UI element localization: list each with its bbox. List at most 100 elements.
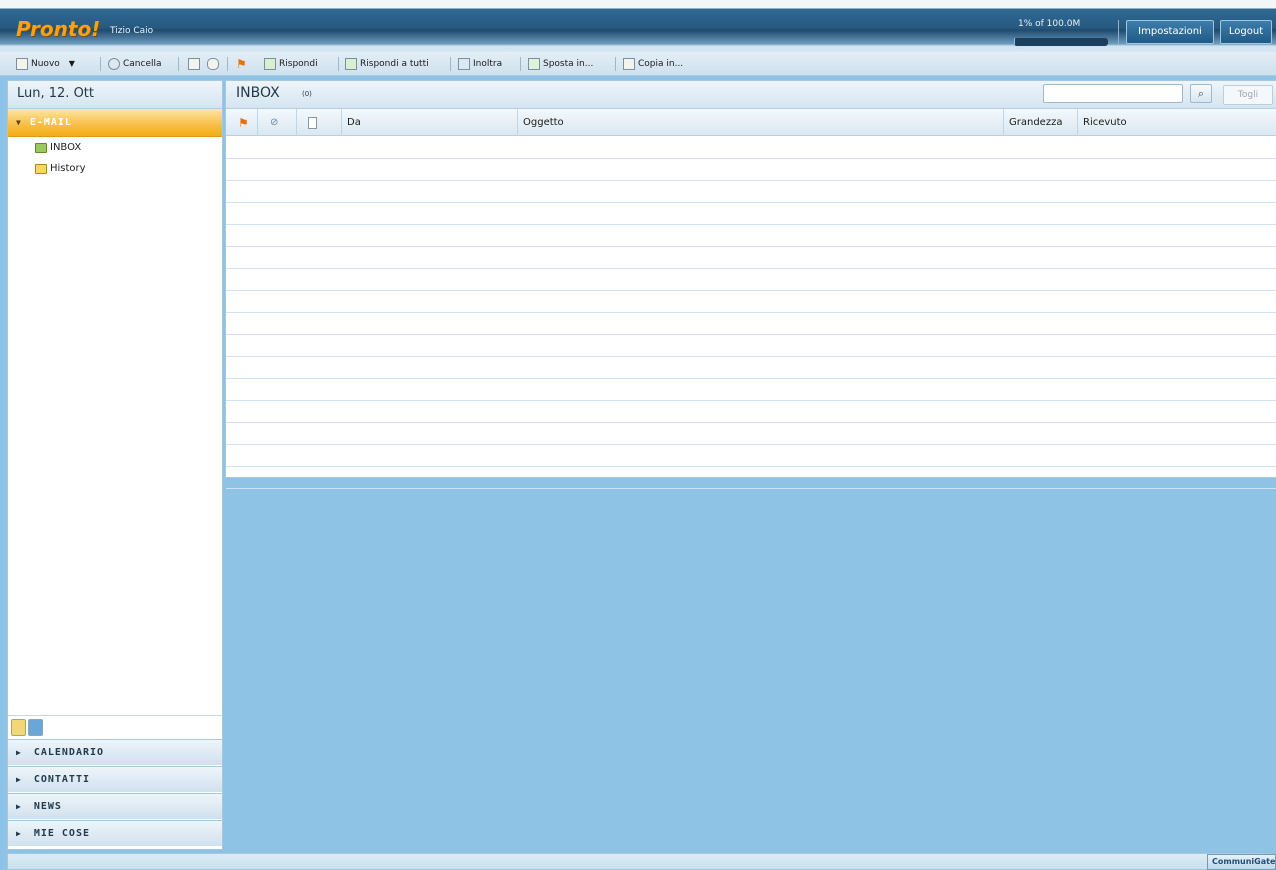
status-bar (7, 853, 1271, 870)
new-button-label: Nuovo (31, 59, 60, 69)
copy-button-label: Copia in... (638, 59, 684, 69)
table-row (226, 225, 1276, 247)
table-row (226, 445, 1276, 467)
chevron-right-icon: ▶ (16, 748, 22, 757)
message-list-header: INBOX (0) ⌕ Togli (226, 81, 1276, 109)
toolbar-separator (178, 57, 179, 71)
section-label: MIE COSE (33, 828, 90, 839)
toolbar-separator (450, 57, 451, 71)
folder-title: INBOX (236, 85, 280, 101)
column-received[interactable]: Ricevuto (1078, 109, 1276, 136)
column-flag[interactable]: ⚑ (226, 109, 258, 136)
section-contacts[interactable]: ▶ CONTATTI (8, 766, 222, 792)
copy-button[interactable]: Copia in... (623, 56, 683, 72)
column-from[interactable]: Da (342, 109, 518, 136)
folder-icon (35, 163, 47, 174)
logout-button[interactable]: Logout (1220, 20, 1272, 44)
chevron-down-icon[interactable]: ▼ (69, 56, 75, 72)
folder-label: INBOX (50, 142, 82, 153)
folder-tools (8, 715, 222, 739)
toolbar-separator (615, 57, 616, 71)
mail-toolbar: Nuovo ▼ Cancella ⚑ Rispondi Rispondi a t… (0, 52, 1276, 76)
table-row (226, 291, 1276, 313)
column-size[interactable]: Grandezza (1004, 109, 1078, 136)
table-row (226, 181, 1276, 203)
delete-button-label: Cancella (123, 59, 162, 69)
reply-icon (264, 58, 276, 70)
delete-icon (108, 58, 120, 70)
attachment-icon: ⊘ (270, 117, 279, 128)
quota-progress-fill (1014, 38, 1015, 46)
chevron-right-icon: ▶ (16, 775, 22, 784)
column-status[interactable] (297, 109, 342, 136)
table-row (226, 335, 1276, 357)
left-sidebar: Lun, 12. Ott ▼ E-MAIL INBOX History ▶ CA… (7, 80, 223, 850)
chevron-right-icon: ▶ (16, 829, 22, 838)
top-separator (1118, 20, 1119, 44)
new-message-icon (16, 58, 28, 70)
table-row (226, 357, 1276, 379)
chevron-down-icon: ▼ (16, 118, 22, 127)
clear-search-button[interactable]: Togli (1223, 85, 1273, 105)
toolbar-separator (100, 57, 101, 71)
envelope-icon (207, 58, 219, 70)
current-date: Lun, 12. Ott (8, 81, 222, 109)
table-row (226, 423, 1276, 445)
table-row (226, 269, 1276, 291)
search-button[interactable]: ⌕ (1190, 84, 1212, 103)
reply-all-button[interactable]: Rispondi a tutti (345, 56, 429, 72)
new-folder-button[interactable] (11, 719, 26, 736)
forward-icon (458, 58, 470, 70)
quota-progress-bar (1014, 38, 1108, 46)
toolbar-separator (520, 57, 521, 71)
folder-inbox[interactable]: INBOX (8, 137, 222, 158)
message-rows (226, 137, 1276, 489)
move-button[interactable]: Sposta in... (528, 56, 593, 72)
flag-button[interactable]: ⚑ (236, 56, 247, 72)
toolbar-separator (227, 57, 228, 71)
top-bar: Pronto! Tizio Caio 1% of 100.0M Impostaz… (0, 0, 1276, 52)
search-input[interactable] (1043, 84, 1183, 103)
reply-all-icon (345, 58, 357, 70)
reply-all-button-label: Rispondi a tutti (360, 59, 429, 69)
email-section-label: E-MAIL (29, 117, 72, 128)
new-button[interactable]: Nuovo ▼ (16, 56, 75, 72)
table-row (226, 247, 1276, 269)
move-icon (528, 58, 540, 70)
mark-read-icon (188, 58, 200, 70)
message-count: (0) (302, 90, 312, 98)
table-row (226, 313, 1276, 335)
section-label: CONTATTI (33, 774, 90, 785)
flag-icon: ⚑ (236, 57, 247, 71)
reply-button-label: Rispondi (279, 59, 318, 69)
search-icon: ⌕ (1197, 87, 1205, 100)
app-logo[interactable]: Pronto! (16, 17, 100, 41)
folder-history[interactable]: History (8, 158, 222, 179)
column-subject[interactable]: Oggetto (518, 109, 1004, 136)
table-row (226, 467, 1276, 489)
copy-icon (623, 58, 635, 70)
message-list-panel: INBOX (0) ⌕ Togli ⚑ ⊘ Da Oggetto Grandez… (225, 80, 1276, 489)
mark-unread-button[interactable] (207, 56, 219, 72)
table-row (226, 203, 1276, 225)
section-calendar[interactable]: ▶ CALENDARIO (8, 739, 222, 765)
settings-button[interactable]: Impostazioni (1126, 20, 1214, 44)
section-news[interactable]: ▶ NEWS (8, 793, 222, 819)
email-section-header[interactable]: ▼ E-MAIL (8, 109, 222, 137)
section-my-stuff[interactable]: ▶ MIE COSE (8, 820, 222, 846)
contact-button[interactable] (28, 719, 43, 736)
forward-button[interactable]: Inoltra (458, 56, 502, 72)
user-name: Tizio Caio (110, 26, 154, 36)
mark-read-button[interactable] (188, 56, 200, 72)
flag-icon: ⚑ (238, 115, 249, 130)
column-attachment[interactable]: ⊘ (258, 109, 297, 136)
section-label: CALENDARIO (33, 747, 105, 758)
chevron-right-icon: ▶ (16, 802, 22, 811)
table-row (226, 159, 1276, 181)
table-row (226, 379, 1276, 401)
reply-button[interactable]: Rispondi (264, 56, 318, 72)
table-row (226, 137, 1276, 159)
section-label: NEWS (33, 801, 62, 812)
delete-button[interactable]: Cancella (108, 56, 162, 72)
column-headers: ⚑ ⊘ Da Oggetto Grandezza Ricevuto (226, 109, 1276, 136)
